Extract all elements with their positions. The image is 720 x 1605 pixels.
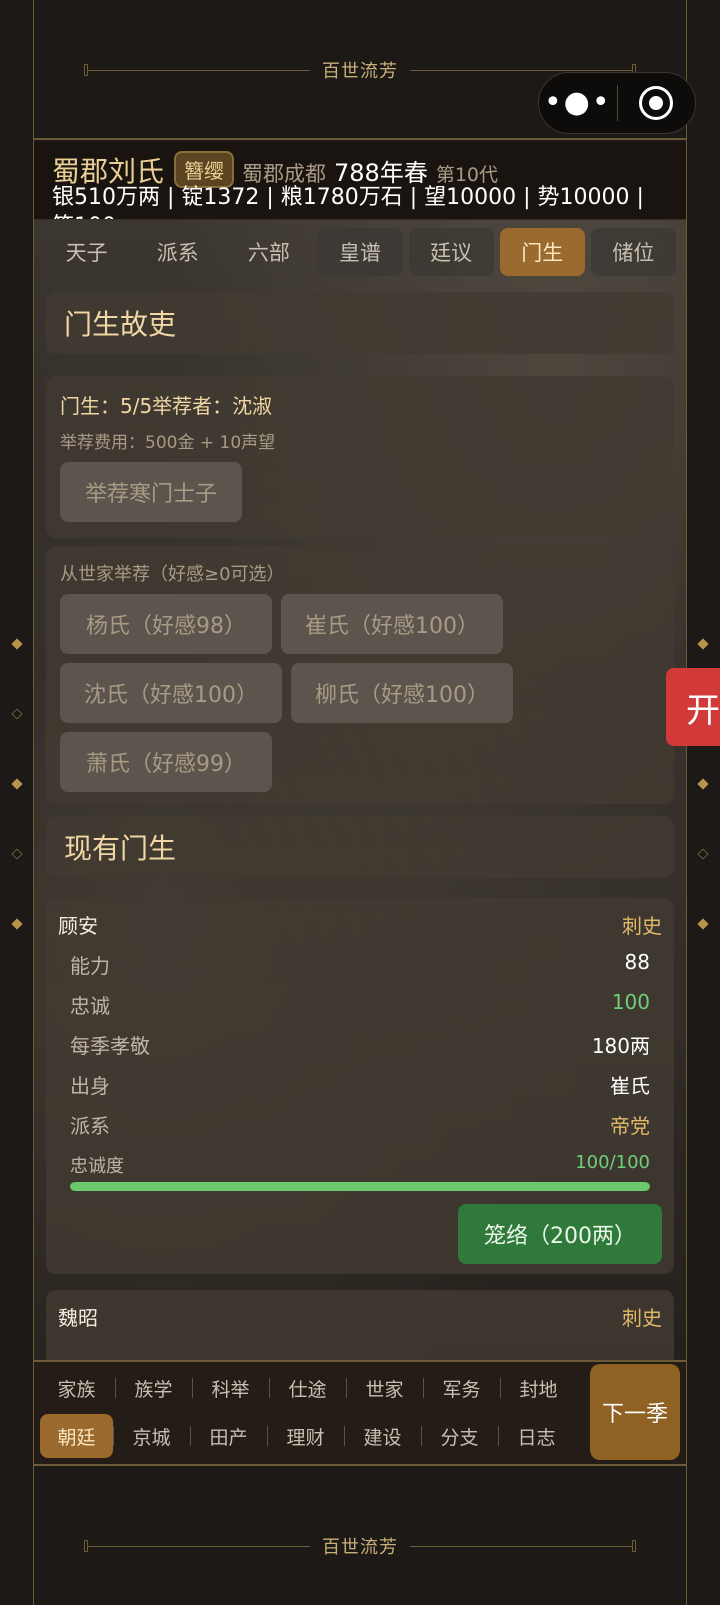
recommend-fee-line: 举荐费用：500金 + 10声望 [60, 433, 276, 453]
family-recommend-label: 从世家举荐（好感≥0可选） [60, 564, 285, 585]
stat-row: 每季孝敬 180两 [70, 1034, 650, 1058]
section-title-current: 现有门生 [64, 832, 177, 865]
clan-info-bar: 蜀郡刘氏 簪缨 蜀郡成都 788年春 第10代 银510万两 | 锭1372 |… [34, 142, 686, 220]
stat-row: 能力 88 [70, 950, 650, 978]
family-recommend-panel: 从世家举荐（好感≥0可选） 杨氏（好感98） 崔氏（好感100） 沈氏（好感10… [46, 546, 674, 804]
disciple-count-panel: 门生：5/5举荐者：沈淑 举荐费用：500金 + 10声望 举荐寒门士子 [46, 376, 674, 538]
close-miniprogram-button[interactable] [618, 86, 696, 120]
nav-item-jianshe[interactable]: 建设 [344, 1414, 421, 1458]
disciple-title: 刺史 [622, 914, 662, 938]
tab-chuwei[interactable]: 储位 [590, 228, 676, 276]
nav-item-rizhi[interactable]: 日志 [498, 1414, 575, 1458]
tab-tingyi[interactable]: 廷议 [408, 228, 494, 276]
main-content: 天子 派系 六部 皇谱 廷议 门生 储位 门生故吏 门生：5/5举荐者：沈淑 举… [34, 220, 686, 1360]
tab-huangpu[interactable]: 皇谱 [317, 228, 403, 276]
nav-item-zuxue[interactable]: 族学 [115, 1366, 192, 1410]
nav-item-jiazu[interactable]: 家族 [38, 1366, 115, 1410]
disciple-title: 刺史 [622, 1306, 662, 1330]
nav-item-shitu[interactable]: 仕途 [269, 1366, 346, 1410]
nav-item-shijia[interactable]: 世家 [346, 1366, 423, 1410]
recommend-family-button[interactable]: 沈氏（好感100） [60, 663, 282, 723]
section-title-disciples: 门生故吏 [64, 308, 177, 341]
nav-item-keju[interactable]: 科举 [192, 1366, 269, 1410]
footer-title-bar: 百世流芳 [34, 1468, 686, 1605]
disciples-header-panel: 门生故吏 [46, 292, 674, 354]
nav-item-fengdi[interactable]: 封地 [500, 1366, 577, 1410]
bribe-button[interactable]: 笼络（200两） [458, 1204, 662, 1264]
loyalty-progress-bar [70, 1182, 650, 1191]
side-open-tab[interactable]: 开 [666, 668, 720, 746]
current-disciples-header-panel: 现有门生 [46, 816, 674, 878]
recommend-family-button[interactable]: 杨氏（好感98） [60, 594, 272, 654]
nav-item-junwu[interactable]: 军务 [423, 1366, 500, 1410]
record-icon [639, 86, 674, 120]
nav-item-fenzhi[interactable]: 分支 [421, 1414, 498, 1458]
tab-mensheng[interactable]: 门生 [499, 228, 585, 276]
frame-decoration-left [0, 638, 34, 960]
more-menu-button[interactable]: •●• [539, 88, 617, 118]
recommend-family-button[interactable]: 崔氏（好感100） [281, 594, 503, 654]
loyalty-row: 忠诚度 100/100 [70, 1152, 650, 1177]
stat-row: 派系 帝党 [70, 1114, 650, 1138]
stat-row: 忠诚 100 [70, 990, 650, 1018]
recommend-family-button[interactable]: 萧氏（好感99） [60, 732, 272, 792]
mini-program-capsule: •●• [538, 72, 696, 134]
resources-line: 银510万两 | 锭1372 | 粮1780万石 | 望10000 | 势100… [52, 185, 644, 210]
disciple-card: 顾安 刺史 能力 88 忠诚 100 每季孝敬 180两 出身 崔氏 派系 帝党… [46, 898, 674, 1274]
recommend-commoner-button[interactable]: 举荐寒门士子 [60, 462, 242, 522]
loyalty-progress-fill [70, 1182, 650, 1191]
nav-item-tianchan[interactable]: 田产 [190, 1414, 267, 1458]
nav-item-jingcheng[interactable]: 京城 [113, 1414, 190, 1458]
tab-paixi[interactable]: 派系 [135, 228, 220, 276]
tab-liubu[interactable]: 六部 [226, 228, 311, 276]
nav-item-licai[interactable]: 理财 [267, 1414, 344, 1458]
nav-item-chaoting[interactable]: 朝廷 [40, 1414, 113, 1458]
bottom-nav: 家族 族学 科举 仕途 世家 军务 封地 朝廷 京城 田产 理财 建设 分支 日… [34, 1360, 686, 1466]
disciple-name: 魏昭 [58, 1306, 98, 1330]
court-tabs: 天子 派系 六部 皇谱 廷议 门生 储位 [44, 228, 676, 276]
disciple-count-line: 门生：5/5举荐者：沈淑 [60, 394, 273, 418]
app-title: 百世流芳 [322, 61, 398, 82]
footer-title: 百世流芳 [322, 1537, 398, 1558]
recommend-family-button[interactable]: 柳氏（好感100） [291, 663, 513, 723]
disciple-card: 魏昭 刺史 [46, 1290, 674, 1360]
stat-row: 出身 崔氏 [70, 1074, 650, 1098]
resources-overflow: 笠100 [52, 208, 116, 219]
next-season-button[interactable]: 下一季 [590, 1364, 680, 1460]
tab-tianzi[interactable]: 天子 [44, 228, 129, 276]
disciple-name: 顾安 [58, 914, 98, 938]
